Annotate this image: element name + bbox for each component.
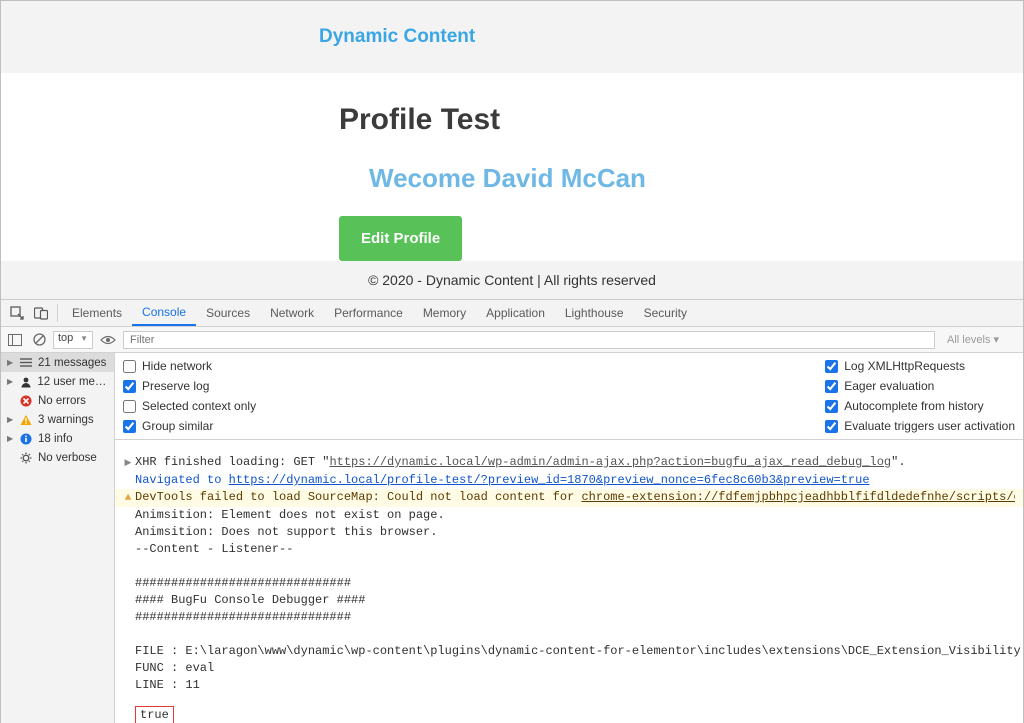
setting-log-xhr[interactable]: Log XMLHttpRequests: [825, 357, 965, 375]
device-toggle-icon[interactable]: [29, 300, 53, 326]
console-filter-bar: top All levels ▾: [1, 327, 1023, 353]
log-xhr: ▶ XHR finished loading: GET "https://dyn…: [115, 454, 1023, 472]
setting-eval-triggers[interactable]: Evaluate triggers user activation: [825, 417, 1015, 435]
setting-eager-eval[interactable]: Eager evaluation: [825, 377, 934, 395]
sidebar-item-user-messages[interactable]: ▶ 12 user mes…: [1, 372, 114, 391]
console-sidebar: ▶ 21 messages ▶ 12 user mes… No errors ▶: [1, 353, 115, 723]
sidebar-item-label: 3 warnings: [38, 414, 94, 426]
setting-preserve-log[interactable]: Preserve log: [123, 377, 256, 395]
tab-performance[interactable]: Performance: [324, 300, 413, 326]
setting-label: Eager evaluation: [844, 379, 934, 393]
setting-group-similar[interactable]: Group similar: [123, 417, 256, 435]
header-bar: Dynamic Content: [1, 1, 1023, 73]
rendered-page: Dynamic Content Profile Test Wecome Davi…: [1, 1, 1023, 299]
setting-autocomplete[interactable]: Autocomplete from history: [825, 397, 983, 415]
context-select[interactable]: top: [53, 331, 93, 349]
verbose-icon: [19, 451, 33, 465]
console-settings: Hide network Preserve log Selected conte…: [115, 353, 1023, 440]
error-icon: [19, 394, 33, 408]
setting-label: Preserve log: [142, 379, 209, 393]
log-true-value: true: [135, 706, 174, 723]
log-text: XHR finished loading: GET ": [135, 455, 329, 469]
welcome-heading: Wecome David McCan: [339, 163, 1023, 194]
inspect-icon[interactable]: [5, 300, 29, 326]
log-animsition2: Animsition: Does not support this browse…: [115, 524, 1023, 541]
devtools-tabs: Elements Console Sources Network Perform…: [1, 300, 1023, 327]
sidebar-item-label: 21 messages: [38, 357, 106, 369]
tab-application[interactable]: Application: [476, 300, 555, 326]
sidebar-item-messages[interactable]: ▶ 21 messages: [1, 353, 114, 372]
log-text: DevTools failed to load SourceMap: Could…: [135, 490, 581, 504]
setting-label: Hide network: [142, 359, 212, 373]
log-text: Animsition: Element does not exist on pa…: [135, 507, 1015, 524]
tab-console[interactable]: Console: [132, 300, 196, 326]
sidebar-item-info[interactable]: ▶ 18 info: [1, 429, 114, 448]
log-levels-select[interactable]: All levels ▾: [939, 333, 1019, 346]
log-link[interactable]: chrome-extension://fdfemjpbhpcjeadhbblfi…: [581, 490, 1015, 504]
tab-security[interactable]: Security: [634, 300, 697, 326]
sidebar-item-errors[interactable]: No errors: [1, 391, 114, 410]
tab-elements[interactable]: Elements: [62, 300, 132, 326]
devtools-panel: Elements Console Sources Network Perform…: [1, 299, 1023, 723]
log-text: Animsition: Does not support this browse…: [135, 524, 1015, 541]
tab-network[interactable]: Network: [260, 300, 324, 326]
log-bugfu-block: ############################## #### BugF…: [115, 575, 1023, 694]
setting-selected-context[interactable]: Selected context only: [123, 397, 256, 415]
log-navigation: Navigated to https://dynamic.local/profi…: [115, 472, 1023, 489]
live-expression-icon[interactable]: [97, 335, 119, 345]
sidebar-item-label: 12 user mes…: [37, 376, 110, 388]
tab-sources[interactable]: Sources: [196, 300, 260, 326]
setting-label: Selected context only: [142, 399, 256, 413]
warning-icon: [19, 413, 33, 427]
setting-hide-network[interactable]: Hide network: [123, 357, 256, 375]
sidebar-toggle-icon[interactable]: [5, 334, 25, 346]
messages-icon: [19, 356, 33, 370]
sidebar-item-label: No verbose: [38, 452, 97, 464]
footer-text: © 2020 - Dynamic Content | All rights re…: [1, 261, 1023, 299]
page-content: Profile Test Wecome David McCan Edit Pro…: [1, 73, 1023, 261]
log-text: Navigated to: [135, 473, 229, 487]
info-icon: [19, 432, 33, 446]
log-link[interactable]: https://dynamic.local/wp-admin/admin-aja…: [329, 455, 891, 469]
log-text: ".: [891, 455, 905, 469]
expand-icon[interactable]: ▶: [125, 455, 132, 472]
sidebar-item-label: 18 info: [38, 433, 73, 445]
tab-memory[interactable]: Memory: [413, 300, 476, 326]
sidebar-item-verbose[interactable]: No verbose: [1, 448, 114, 467]
setting-label: Log XMLHttpRequests: [844, 359, 965, 373]
sidebar-item-warnings[interactable]: ▶ 3 warnings: [1, 410, 114, 429]
page-title: Profile Test: [339, 103, 1023, 137]
log-link[interactable]: https://dynamic.local/profile-test/?prev…: [229, 473, 870, 487]
user-icon: [19, 375, 33, 389]
log-text: --Content - Listener--: [135, 541, 1015, 558]
log-listener: --Content - Listener--: [115, 541, 1023, 558]
log-warning: ▲ DevTools failed to load SourceMap: Cou…: [115, 489, 1023, 507]
setting-label: Evaluate triggers user activation: [844, 419, 1015, 433]
setting-label: Group similar: [142, 419, 213, 433]
clear-console-icon[interactable]: [29, 333, 49, 346]
brand-link[interactable]: Dynamic Content: [319, 26, 475, 48]
warning-icon: ▲: [125, 490, 132, 507]
sidebar-item-label: No errors: [38, 395, 86, 407]
log-animsition1: Animsition: Element does not exist on pa…: [115, 507, 1023, 524]
edit-profile-button[interactable]: Edit Profile: [339, 216, 462, 261]
console-output: ▶ XHR finished loading: GET "https://dyn…: [115, 440, 1023, 723]
setting-label: Autocomplete from history: [844, 399, 983, 413]
tab-lighthouse[interactable]: Lighthouse: [555, 300, 634, 326]
filter-input[interactable]: [123, 331, 935, 349]
